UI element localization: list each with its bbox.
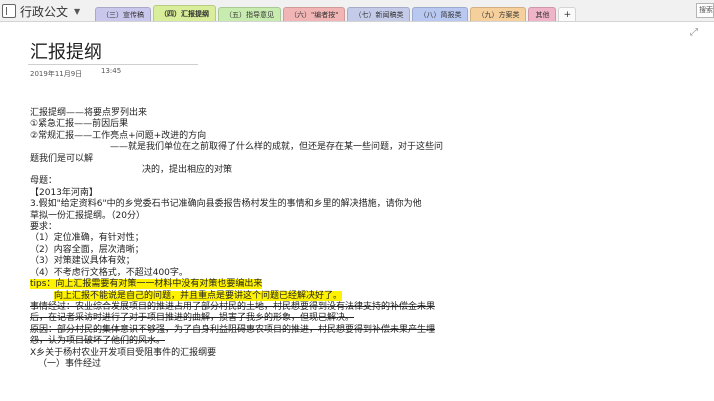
highlighted-tip: 向上汇报不能说是自己的问题，并且重点是要讲这个问题已经解决好了。 (54, 290, 343, 301)
section-tab[interactable]: （四）汇报提纲 (153, 5, 216, 21)
section-tab-bar: 行政公文 ▼ （三）宣传稿 （四）汇报提纲 （五）指导意见 （六）"编者按" （七）新闻… (0, 0, 714, 22)
note-line-struck: 事情经过：农业综合发展项目的推进占用了部分村民的土地，村民想要得到没有法律支持的… (30, 301, 436, 312)
page-date: 2019年11月9日 (30, 70, 83, 78)
note-line-struck: 原因：部分村民的集体意识不够强，为了自身利益阻碍惠农项目的推进，村民想要得到补偿… (30, 324, 436, 335)
notebook-selector[interactable]: 行政公文 ▼ (2, 2, 80, 20)
section-tab[interactable]: （五）指导意见 (218, 7, 281, 21)
page-title[interactable]: 汇报提纲 (30, 38, 102, 64)
note-line: ①紧急汇报——前因后果 (30, 119, 129, 130)
section-tab[interactable]: （三）宣传稿 (95, 7, 151, 21)
section-tab[interactable]: （七）新闻稿类 (347, 7, 411, 21)
note-line-struck: 后，在记者采访时进行了对于项目推进的曲解，损害了我乡的形象，但现已解决。 (30, 313, 355, 324)
note-line: 3.假如"给定资料6"中的乡党委石书记准确向县委报告杨村发生的事情和乡里的解决措… (30, 199, 422, 210)
note-line: 【2013年河南】 (30, 187, 98, 198)
note-line: X乡关于杨村农业开发项目受阻事件的汇报纲要 (30, 347, 217, 358)
page-time: 13:45 (101, 67, 122, 75)
section-tab[interactable]: 其他 (528, 7, 557, 21)
note-line: （4）不考虑行文格式，不超过400字。 (30, 267, 188, 278)
note-line: 决的，提出相应的对策 (142, 165, 233, 176)
note-line: （1）定位准确，有针对性； (30, 233, 144, 244)
section-tab[interactable]: （九）方案类 (470, 7, 527, 21)
chevron-down-icon: ▼ (74, 6, 81, 16)
notebook-name: 行政公文 (20, 4, 69, 19)
note-line: 要求： (30, 222, 58, 233)
highlighted-tip: tips：向上汇报需要有对策一一材料中没有对策也要编出来 (30, 279, 263, 290)
notebook-icon (2, 4, 16, 18)
section-tab[interactable]: （八）简报类 (412, 7, 469, 21)
note-body[interactable]: 汇报提纲——将要点罗列出来 ①紧急汇报——前因后果 ②常规汇报——工作亮点+问题… (30, 108, 490, 370)
note-line: 题我们是可以解 (30, 153, 94, 164)
note-line: （3）对策建议具体有效； (30, 256, 135, 267)
search-input[interactable]: 搜索 (696, 3, 714, 18)
section-tabs: （三）宣传稿 （四）汇报提纲 （五）指导意见 （六）"编者按" （七）新闻稿类 （八）简报… (95, 5, 578, 21)
note-line: 汇报提纲——将要点罗列出来 (30, 108, 148, 118)
title-divider (28, 64, 198, 65)
note-line: （一）事件经过 (38, 358, 102, 369)
section-tab[interactable]: （六）"编者按" (283, 7, 346, 21)
note-line-struck: 怨，认为项目破坏了他们的风水。 (30, 336, 166, 347)
add-section-button[interactable]: + (558, 7, 577, 21)
note-line: （2）内容全面，层次清晰； (30, 244, 144, 255)
note-line: 草拟一份汇报提纲。（20分） (30, 210, 145, 221)
expand-icon[interactable]: ⤢ (690, 28, 700, 38)
note-line: ——就是我们单位在之前取得了什么样的成就，但还是存在某一些问题，对于这些问 (110, 142, 444, 153)
note-line: 母题： (30, 176, 58, 187)
note-line: ②常规汇报——工作亮点+问题+改进的方向 (30, 130, 207, 141)
